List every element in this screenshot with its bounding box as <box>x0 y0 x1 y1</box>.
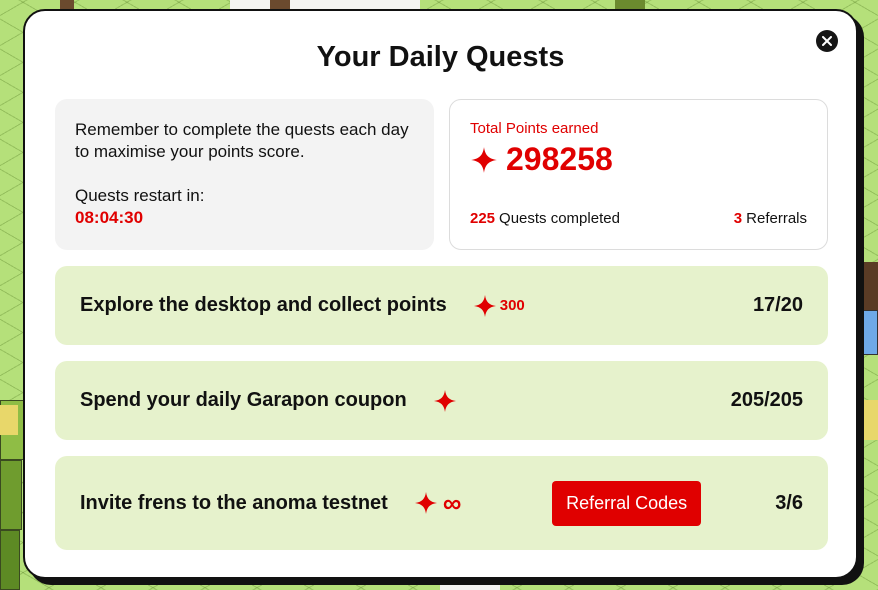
quests-completed-label: Quests completed <box>499 210 620 227</box>
sparkle-icon <box>471 146 497 173</box>
sparkle-icon <box>473 294 496 317</box>
quest-row-explore: Explore the desktop and collect points 3… <box>55 266 828 345</box>
points-total: 298258 <box>506 141 613 177</box>
referral-codes-button[interactable]: Referral Codes <box>552 480 702 526</box>
quest-name: Explore the desktop and collect points <box>80 294 447 316</box>
quest-progress: 205/205 <box>730 389 803 411</box>
background-block <box>0 460 22 530</box>
quest-row-garapon: Spend your daily Garapon coupon 205/205 <box>55 361 828 440</box>
sparkle-icon <box>414 492 437 514</box>
quest-row-invite: Invite frens to the anoma testnet ∞ Refe… <box>55 456 828 550</box>
sparkle-icon <box>433 389 456 412</box>
quest-reward: 300 <box>473 294 525 318</box>
referrals-label: Referrals <box>746 210 807 227</box>
background-block <box>0 530 20 590</box>
daily-quests-modal: Your Daily Quests Remember to complete t… <box>23 9 858 579</box>
quests-completed-count: 225 <box>470 210 496 227</box>
background-dirt <box>862 262 878 310</box>
quest-name: Invite frens to the anoma testnet <box>80 491 388 514</box>
reminder-text: Remember to complete the quests each day… <box>75 120 409 161</box>
quest-progress: 3/6 <box>775 491 803 514</box>
restart-countdown: 08:04:30 <box>75 208 144 227</box>
points-summary-panel: Total Points earned 298258 225 Quests com… <box>449 99 828 250</box>
background-tile <box>440 580 500 590</box>
quests-completed-stat: 225 Quests completed <box>470 210 620 227</box>
background-sand <box>0 405 18 435</box>
infinity-reward: ∞ <box>442 488 462 518</box>
background-sand <box>862 400 878 440</box>
quest-progress: 17/20 <box>752 294 803 316</box>
referrals-stat: 3 Referrals <box>734 210 807 227</box>
background-water <box>862 310 878 355</box>
modal-title: Your Daily Quests <box>316 41 565 73</box>
restart-label: Quests restart in: <box>75 186 205 205</box>
points-label: Total Points earned <box>470 120 599 137</box>
quest-reward <box>433 389 460 413</box>
quest-reward-value: 300 <box>499 297 525 314</box>
quest-info-panel: Remember to complete the quests each day… <box>55 99 434 250</box>
quest-reward: ∞ <box>414 488 462 518</box>
referrals-count: 3 <box>733 210 743 227</box>
quest-name: Spend your daily Garapon coupon <box>80 389 407 411</box>
